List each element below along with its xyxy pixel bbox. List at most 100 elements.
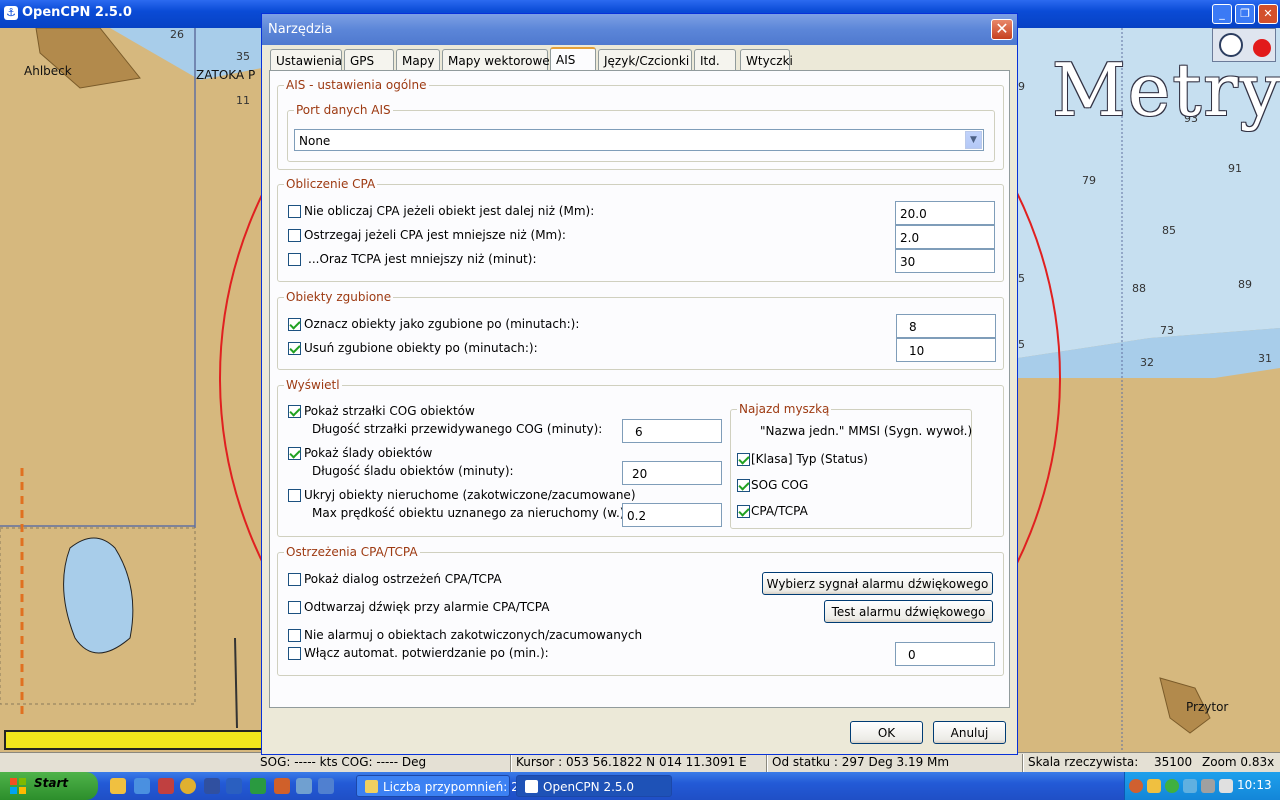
app-shortcut-icon[interactable] [318,778,334,794]
cancel-button[interactable]: Anuluj [933,721,1006,744]
dialog-titlebar[interactable]: Narzędzia ✕ [262,14,1017,45]
tcpa-input[interactable]: 30 [895,249,995,273]
cpa-max-range-input[interactable]: 20.0 [895,201,995,225]
ok-button[interactable]: OK [850,721,923,744]
disk-icon[interactable] [204,778,220,794]
tray-arrow-icon[interactable] [1129,779,1143,793]
tray-settings-icon[interactable] [1201,779,1215,793]
sog-cog-readout: SOG: ----- kts COG: ----- Deg [260,755,427,769]
tray-clock-icon[interactable] [1147,779,1161,793]
status-separator [766,754,768,772]
rollover-cpa-checkbox[interactable] [737,505,750,518]
north-up-compass-icon[interactable] [1219,33,1243,57]
cpa-row-2-checkbox[interactable] [288,253,301,266]
rollover-class-label: [Klasa] Typ (Status) [751,452,868,466]
clock: 10:13 [1237,778,1272,792]
word-icon[interactable] [226,778,242,794]
show-cog-arrows-checkbox[interactable] [288,405,301,418]
taskbar-item-reminders[interactable]: Liczba przypomnień: 2 [356,775,519,797]
track-length-input[interactable]: 20 [622,461,722,485]
app-shortcut-icon[interactable] [158,778,174,794]
dialog-title: Narzędzia [268,22,333,37]
windows-flag-icon [10,778,26,794]
depth-sounding: 91 [1228,162,1242,175]
rollover-cpa-label: CPA/TCPA [751,504,808,518]
mark-lost-input[interactable]: 8 [896,314,996,338]
powerpoint-icon[interactable] [274,778,290,794]
no-alarm-moored-label: Nie alarmuj o obiektach zakotwiczonych/z… [304,628,643,642]
tab-itd[interactable]: Itd. [694,49,736,71]
zoom-readout: Zoom 0.83x [1202,755,1275,769]
group-legend: Ostrzeżenia CPA/TCPA [284,545,420,559]
ais-port-select[interactable]: None ▼ [294,129,984,151]
cpa-row-1-checkbox[interactable] [288,229,301,242]
display-group: Wyświetl Pokaż strzałki COG obiektów Dłu… [277,378,1004,537]
remove-lost-input[interactable]: 10 [896,338,996,362]
tray-network-icon[interactable] [1165,779,1179,793]
internet-explorer-icon[interactable] [134,778,150,794]
max-speed-input[interactable]: 0.2 [622,503,722,527]
excel-icon[interactable] [250,778,266,794]
ais-port-value: None [299,134,331,148]
cpa-group: Obliczenie CPA Nie obliczaj CPA jeżeli o… [277,177,1004,282]
rollover-sog-label: SOG COG [751,478,809,492]
gps-status-icon[interactable] [1253,39,1271,57]
tab-ais[interactable]: AIS [550,47,596,71]
tab-jezyk-czcionki[interactable]: Język/Czcionki [598,49,692,71]
cpa-row-0-checkbox[interactable] [288,205,301,218]
auto-ack-label: Włącz automat. potwierdzanie po (min.): [304,646,549,660]
volume-icon[interactable] [1219,779,1233,793]
minimize-button[interactable]: _ [1212,4,1232,24]
show-alert-dialog-checkbox[interactable] [288,573,301,586]
ais-general-group: AIS - ustawienia ogólne Port danych AIS … [277,78,1004,170]
place-label: Ahlbeck [24,64,72,78]
group-legend: Wyświetl [284,378,342,392]
dialog-close-button[interactable]: ✕ [991,19,1013,40]
select-alarm-sound-button[interactable]: Wybierz sygnał alarmu dźwiękowego [762,572,993,595]
place-label: Przytor [1186,700,1229,714]
tab-mapy-wektorowe[interactable]: Mapy wektorowe [442,49,550,71]
chart-toolbar[interactable] [1212,28,1276,62]
app-shortcut-icon[interactable] [296,778,312,794]
play-sound-checkbox[interactable] [288,601,301,614]
rollover-class-checkbox[interactable] [737,453,750,466]
cpa-row-0-label: Nie obliczaj CPA jeżeli obiekt jest dale… [304,204,595,218]
hide-moored-checkbox[interactable] [288,489,301,502]
tab-wtyczki[interactable]: Wtyczki [740,49,793,71]
tab-mapy[interactable]: Mapy [396,49,440,71]
cursor-readout: Kursor : 053 56.1822 N 014 11.3091 E [516,755,747,769]
start-label: Start [34,776,69,790]
tray-app-icon[interactable] [1183,779,1197,793]
chevron-down-icon[interactable]: ▼ [965,131,982,149]
auto-ack-input[interactable]: 0 [895,642,995,666]
remove-lost-checkbox[interactable] [288,342,301,355]
cpa-row-2-label: ...Oraz TCPA jest mniejszy niż (minut): [308,252,537,266]
test-alarm-sound-button[interactable]: Test alarmu dźwiękowego [824,600,993,623]
status-separator [1022,754,1024,772]
show-tracks-checkbox[interactable] [288,447,301,460]
mark-lost-checkbox[interactable] [288,318,301,331]
cog-length-input[interactable]: 6 [622,419,722,443]
group-legend: Obliczenie CPA [284,177,378,191]
tab-gps[interactable]: GPS [344,49,394,71]
depth-sounding: 89 [1238,278,1252,291]
max-speed-label: Max prędkość obiektu uznanego za nieruch… [312,506,629,520]
reminder-icon [365,780,378,793]
taskbar-item-opencpn[interactable]: OpenCPN 2.5.0 [516,775,672,797]
rollover-name-line: "Nazwa jedn." MMSI (Sygn. wywoł.) [760,424,973,438]
maximize-button[interactable]: ❐ [1235,4,1255,24]
rollover-sog-checkbox[interactable] [737,479,750,492]
tab-ustawienia[interactable]: Ustawienia [270,49,342,71]
lost-targets-group: Obiekty zgubione Oznacz obiekty jako zgu… [277,290,1004,370]
start-button[interactable]: Start [0,772,98,800]
cog-length-label: Długość strzałki przewidywanego COG (min… [312,422,603,436]
no-alarm-moored-checkbox[interactable] [288,629,301,642]
chrome-icon[interactable] [180,778,196,794]
taskbar-item-label: OpenCPN 2.5.0 [543,780,634,794]
scale-label: Skala rzeczywista: [1028,755,1139,769]
auto-ack-checkbox[interactable] [288,647,301,660]
status-bar: SOG: ----- kts COG: ----- Deg Kursor : 0… [0,752,1280,772]
cpa-warn-input[interactable]: 2.0 [895,225,995,249]
close-app-button[interactable]: ✕ [1258,4,1278,24]
clock-app-icon[interactable] [110,778,126,794]
